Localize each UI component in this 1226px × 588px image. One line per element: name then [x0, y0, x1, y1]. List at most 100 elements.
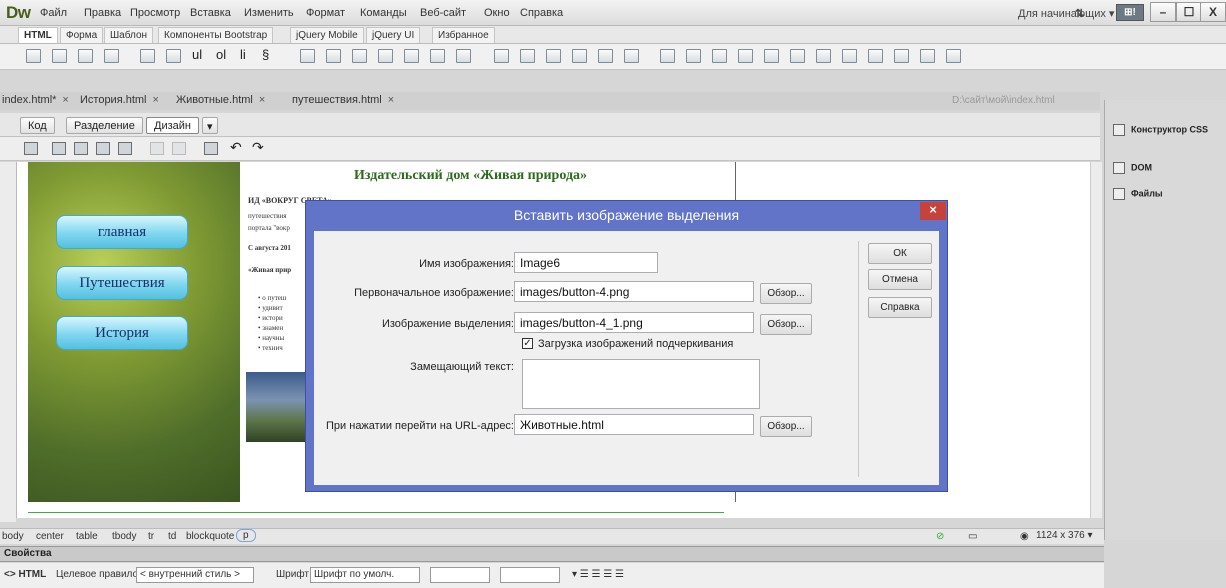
- font-unit-select[interactable]: [500, 567, 560, 583]
- download-icon[interactable]: [96, 142, 110, 155]
- close-tab-icon[interactable]: ×: [259, 94, 265, 106]
- tag-center[interactable]: center: [36, 531, 64, 542]
- description-icon[interactable]: [894, 49, 909, 63]
- hyperlink-icon[interactable]: §: [262, 47, 277, 62]
- paragraph-icon[interactable]: [78, 49, 93, 63]
- design-view-button[interactable]: Дизайн: [146, 117, 199, 134]
- rollover-image-input[interactable]: images/button-4_1.png: [514, 312, 754, 333]
- code-view-button[interactable]: Код: [20, 117, 55, 134]
- doc-tab-animals[interactable]: Животные.html ×: [176, 94, 265, 106]
- original-image-input[interactable]: images/button-4.png: [514, 281, 754, 302]
- files-tab[interactable]: Файлы: [1113, 188, 1163, 200]
- table-icon[interactable]: [140, 49, 155, 63]
- main-icon[interactable]: [352, 49, 367, 63]
- minimize-button[interactable]: –: [1150, 2, 1176, 22]
- html5-video-icon[interactable]: [712, 49, 727, 63]
- menu-insert[interactable]: Вставка: [190, 7, 231, 19]
- hyperlink-small-icon[interactable]: [520, 49, 535, 63]
- menu-view[interactable]: Просмотр: [130, 7, 180, 19]
- close-tab-icon[interactable]: ×: [153, 94, 159, 106]
- save-icon[interactable]: [118, 142, 132, 155]
- close-tab-icon[interactable]: ×: [388, 94, 394, 106]
- new-document-icon[interactable]: [24, 142, 38, 155]
- heading-icon[interactable]: [104, 49, 119, 63]
- menu-modify[interactable]: Изменить: [244, 7, 294, 19]
- dialog-close-button[interactable]: ×: [920, 202, 946, 220]
- insert-tab-html[interactable]: HTML: [18, 27, 58, 43]
- insert-tab-bootstrap[interactable]: Компоненты Bootstrap: [158, 27, 274, 43]
- doc-tab-history[interactable]: История.html ×: [80, 94, 159, 106]
- nav-button-home[interactable]: главная: [56, 215, 188, 249]
- doc-tab-travel[interactable]: путешествия.html ×: [292, 94, 394, 106]
- flash-icon[interactable]: [790, 49, 805, 63]
- url-input[interactable]: Животные.html: [514, 414, 754, 435]
- tag-table[interactable]: table: [76, 531, 98, 542]
- div-icon[interactable]: [26, 49, 41, 63]
- ok-button[interactable]: ОК: [868, 243, 932, 264]
- close-tab-icon[interactable]: ×: [62, 94, 68, 106]
- navigation-icon[interactable]: [326, 49, 341, 63]
- image-icon[interactable]: [52, 49, 67, 63]
- menu-site[interactable]: Веб-сайт: [420, 7, 466, 19]
- vertical-scrollbar[interactable]: [1090, 162, 1102, 518]
- cut-icon[interactable]: [150, 142, 164, 155]
- redo-icon[interactable]: ↷: [252, 139, 266, 155]
- menu-edit[interactable]: Правка: [84, 7, 121, 19]
- footer-icon[interactable]: [456, 49, 471, 63]
- font-size-select[interactable]: [430, 567, 490, 583]
- menu-help[interactable]: Справка: [520, 7, 563, 19]
- nav-button-travel[interactable]: Путешествия: [56, 266, 188, 300]
- menu-window[interactable]: Окно: [484, 7, 510, 19]
- doc-tab-index[interactable]: index.html* ×: [2, 94, 69, 106]
- preload-checkbox[interactable]: ✓: [522, 338, 533, 349]
- html-mode-button[interactable]: <> HTML: [4, 569, 46, 580]
- ordered-list-icon[interactable]: ol: [216, 47, 231, 62]
- target-rule-select[interactable]: < внутренний стиль >: [136, 567, 254, 583]
- css-designer-tab[interactable]: Конструктор CSS: [1113, 124, 1208, 136]
- iframe-icon[interactable]: [624, 49, 639, 63]
- script-icon[interactable]: [494, 49, 509, 63]
- unordered-list-icon[interactable]: ul: [192, 47, 207, 62]
- audio-icon[interactable]: [738, 49, 753, 63]
- tag-td[interactable]: td: [168, 531, 176, 542]
- image-name-input[interactable]: Image6: [514, 252, 658, 273]
- tag-p[interactable]: p: [236, 529, 256, 542]
- menu-format[interactable]: Формат: [306, 7, 345, 19]
- window-size-select[interactable]: 1124 x 376 ▾: [1036, 530, 1093, 541]
- header-icon[interactable]: [300, 49, 315, 63]
- canvas-icon[interactable]: [764, 49, 779, 63]
- horizontal-rule-icon[interactable]: [660, 49, 675, 63]
- browse-rollover-button[interactable]: Обзор...: [760, 314, 812, 335]
- font-select[interactable]: Шрифт по умолч.: [310, 567, 420, 583]
- aside-icon[interactable]: [378, 49, 393, 63]
- tag-tr[interactable]: tr: [148, 531, 154, 542]
- menu-file[interactable]: Файл: [40, 7, 67, 19]
- insert-tab-template[interactable]: Шаблон: [104, 27, 154, 43]
- character-icon[interactable]: [946, 49, 961, 63]
- comment-icon[interactable]: [816, 49, 831, 63]
- maximize-button[interactable]: ☐: [1176, 2, 1202, 22]
- keywords-icon[interactable]: [868, 49, 883, 63]
- align-buttons-icon[interactable]: ▾ ☰ ☰ ☰ ☰: [572, 569, 624, 580]
- paste-icon[interactable]: [204, 142, 218, 155]
- meta-icon[interactable]: [842, 49, 857, 63]
- insert-tab-form[interactable]: Форма: [60, 27, 104, 43]
- tag-body[interactable]: body: [2, 531, 24, 542]
- view-dropdown-button[interactable]: ▾: [202, 117, 218, 134]
- open-folder-icon[interactable]: [52, 142, 66, 155]
- workspace-switcher[interactable]: Для начинающих ▾: [1018, 7, 1114, 20]
- article-icon[interactable]: [404, 49, 419, 63]
- viewport-icon[interactable]: [920, 49, 935, 63]
- named-anchor-icon[interactable]: [572, 49, 587, 63]
- email-link-icon[interactable]: [546, 49, 561, 63]
- tag-tbody[interactable]: tbody: [112, 531, 136, 542]
- dom-tab[interactable]: DOM: [1113, 162, 1152, 174]
- menu-commands[interactable]: Команды: [360, 7, 407, 19]
- workspace-layout-icon[interactable]: ⊞!: [1116, 4, 1144, 21]
- insert-tab-jquery-ui[interactable]: jQuery UI: [366, 27, 421, 43]
- figure-icon[interactable]: [166, 49, 181, 63]
- globe-icon[interactable]: ◉: [1020, 531, 1029, 542]
- insert-tab-jquery-mobile[interactable]: jQuery Mobile: [290, 27, 364, 43]
- date-icon[interactable]: [598, 49, 613, 63]
- copy-icon[interactable]: [172, 142, 186, 155]
